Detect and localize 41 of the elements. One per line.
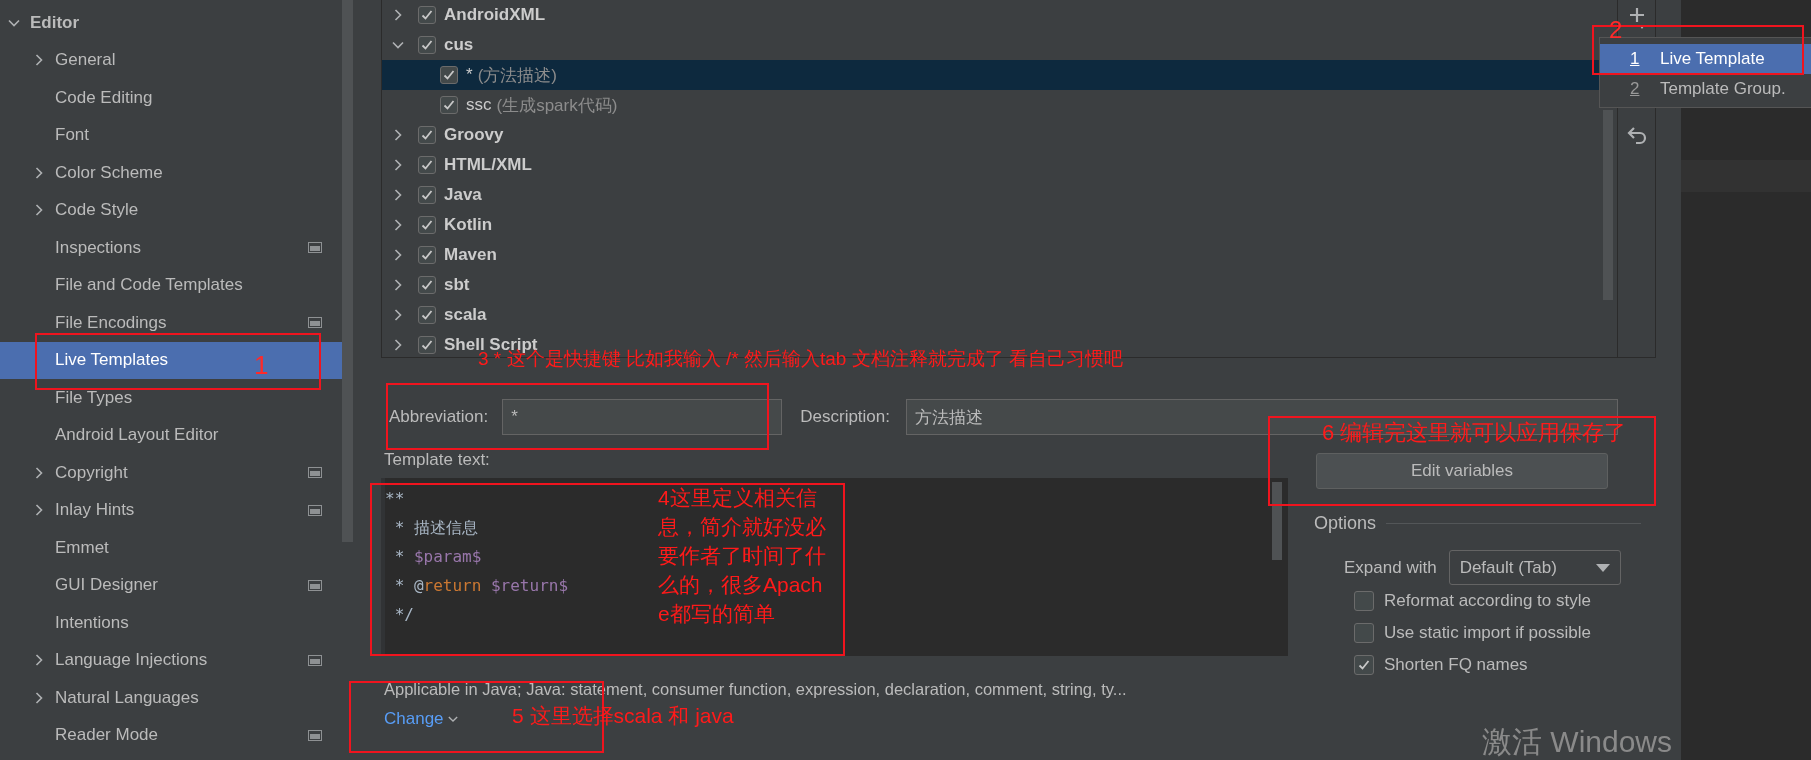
- menu-label: Live Template: [1660, 49, 1765, 69]
- sidebar-label: Inlay Hints: [55, 500, 135, 521]
- menu-shortcut-number: 1: [1630, 49, 1641, 69]
- sidebar-label: Font: [55, 125, 90, 146]
- code-line: * @return $return$: [393, 575, 569, 597]
- code-line: * 描述信息: [393, 517, 479, 539]
- activation-watermark: 激活 Windows: [1482, 724, 1673, 760]
- annotation-note-overlay: 1: [254, 350, 269, 382]
- sidebar-label: Reader Mode: [55, 725, 158, 746]
- sidebar-label: File Types: [55, 387, 133, 408]
- sidebar-label: Language Injections: [55, 650, 208, 671]
- sidebar-label: File Encodings: [55, 312, 167, 333]
- sidebar-label: Code Editing: [55, 87, 153, 108]
- sidebar-label: Editor: [30, 12, 80, 33]
- description-label: Description:: [800, 407, 890, 427]
- code-line: * $param$: [393, 546, 483, 568]
- abbreviation-label: Abbreviation:: [389, 407, 489, 427]
- template-description: (方法描述): [477, 64, 557, 87]
- sidebar-label: Intentions: [55, 612, 129, 633]
- sidebar-label: General: [55, 50, 116, 71]
- sidebar-label: Emmet: [55, 537, 109, 558]
- options-heading: Options: [1314, 513, 1377, 534]
- template-description: (生成spark代码): [496, 94, 618, 117]
- sidebar-label: Live Templates: [55, 350, 169, 371]
- sidebar-label: Android Layout Editor: [55, 425, 219, 446]
- template-text-label: Template text:: [383, 450, 491, 471]
- sidebar-label: Inspections: [55, 237, 141, 258]
- template-abbreviation: ssc: [466, 95, 492, 115]
- sidebar-label: GUI Designer: [55, 575, 158, 596]
- code-line: */: [393, 604, 415, 626]
- sidebar-label: Natural Languages: [55, 687, 199, 708]
- menu-label: Template Group.: [1660, 79, 1786, 99]
- sidebar-label: File and Code Templates: [55, 275, 243, 296]
- code-line: **: [385, 488, 406, 510]
- annotation-note-overlay: 4这里定义相关信息，简介就好没必要作者了时间了什么的，很多Apache都写的简单: [658, 485, 827, 627]
- template-abbreviation: *: [466, 65, 473, 85]
- expand-with-label: Expand with: [1344, 557, 1437, 578]
- menu-shortcut-number: 2: [1630, 79, 1641, 99]
- sidebar-label: Copyright: [55, 462, 128, 483]
- sidebar-label: Color Scheme: [55, 162, 163, 183]
- sidebar-label: Code Style: [55, 200, 139, 221]
